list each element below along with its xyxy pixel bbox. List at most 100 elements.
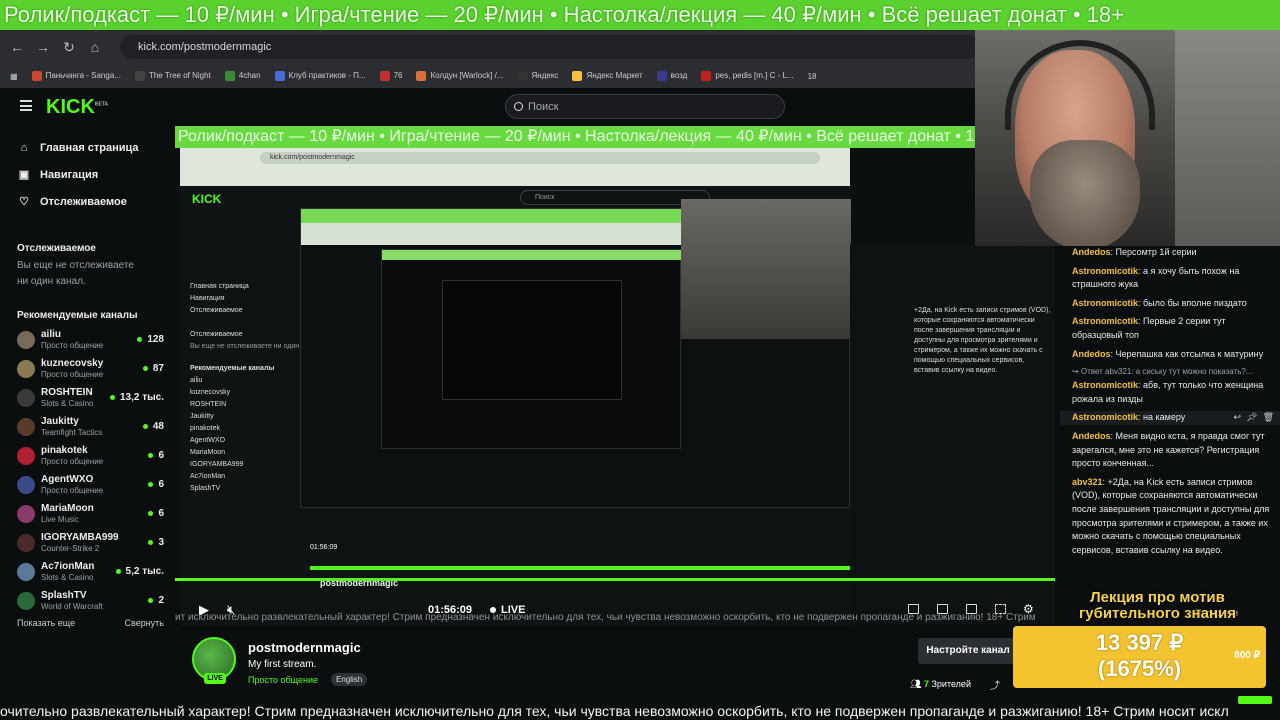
chat-username[interactable]: Astronomicotik	[1072, 412, 1138, 422]
site-header: KICKBETA Поиск	[0, 88, 980, 126]
sidebar-footer: Показать еще Свернуть	[0, 618, 175, 628]
avatar	[17, 475, 35, 494]
chat-message-hovered: Astronomicotik: на камеру ↩ 📌︎ 🗑︎	[1060, 411, 1280, 425]
chat-username[interactable]: Astronomicotik	[1072, 316, 1138, 326]
channel-name: SplashTV	[41, 589, 87, 601]
sidebar-item-label: Навигация	[40, 168, 99, 181]
address-bar[interactable]: kick.com/postmodernmagic	[120, 35, 980, 59]
bookmark[interactable]: возд	[656, 71, 687, 81]
channel-category: Просто общение	[41, 485, 104, 495]
setup-channel-button[interactable]: Настройте канал	[918, 638, 1018, 664]
stream-inner-ticker: Ролик/подкаст — 10 ₽/мин • Игра/чтение —…	[175, 126, 1055, 148]
show-more-link[interactable]: Показать еще	[17, 618, 75, 628]
heart-icon: ♡	[19, 196, 29, 208]
collapse-link[interactable]: Свернуть	[125, 618, 164, 628]
channel-name[interactable]: postmodernmagic	[248, 640, 361, 655]
nested-ticker-bar	[382, 250, 682, 260]
home-icon[interactable]: ⌂	[88, 39, 102, 55]
menu-icon[interactable]	[20, 100, 32, 111]
bookmark-favicon-icon	[656, 71, 667, 81]
delete-icon[interactable]: 🗑︎	[1263, 412, 1274, 422]
stream-disclaimer-marquee: ит исключительно развлекательный характе…	[175, 612, 1035, 623]
sidebar-channel-item[interactable]: kuznecovsky Просто общение 87	[0, 354, 175, 383]
chat-username[interactable]: Astronomicotik	[1072, 266, 1138, 276]
chat-message: abv321: +2Да, на Kick есть записи стримо…	[1072, 476, 1270, 555]
sidebar-item-following[interactable]: ♡ Отслеживаемое	[0, 188, 175, 215]
channel-meta: ailiu Просто общение	[41, 329, 137, 351]
forward-icon[interactable]: →	[36, 39, 50, 55]
bookmark[interactable]: pes, pedis [m.] C - L...	[701, 71, 794, 81]
green-indicator	[1238, 696, 1272, 704]
avatar	[17, 330, 35, 349]
chat-username[interactable]: Andedos	[1072, 431, 1111, 441]
reload-icon[interactable]: ↻	[62, 39, 76, 56]
viewer-count: 5,2 тыс.	[116, 566, 164, 577]
stream-inner-browser: kick.com/postmodernmagic	[180, 148, 850, 186]
disclaimer-ticker: очительно развлекательный характер! Стри…	[0, 703, 1280, 720]
reply-icon[interactable]: ↩	[1234, 412, 1242, 422]
sidebar-channel-item[interactable]: Jaukitty Teamfight Tactics 48	[0, 412, 175, 441]
chat-username[interactable]: Andedos	[1072, 247, 1111, 257]
bookmark[interactable]: Колдун [Warlock] /...	[416, 71, 504, 81]
chat-username[interactable]: Astronomicotik	[1072, 298, 1138, 308]
chat-message: Andedos: Меня видно кста, я правда смог …	[1072, 430, 1265, 469]
kick-logo[interactable]: KICKBETA	[46, 96, 108, 119]
channel-meta: SplashTV World of Warcraft	[41, 590, 148, 612]
sidebar-channel-item[interactable]: IGORYAMBA999 Counter-Strike 23	[0, 528, 175, 557]
sidebar-item-browse[interactable]: ▣ Навигация	[0, 161, 175, 188]
video-player[interactable]: Ролик/подкаст — 10 ₽/мин • Игра/чтение —…	[175, 126, 1055, 626]
bookmark-favicon-icon	[224, 71, 235, 81]
bookmark-favicon-icon	[134, 71, 145, 81]
nested-webcam	[681, 199, 851, 339]
sidebar-channel-item[interactable]: MariaMoon Live Music 6	[0, 499, 175, 528]
pin-icon[interactable]: 📌︎	[1246, 412, 1257, 422]
chat-panel: Andedos: Персомтр 1й серии Astronomicoti…	[1060, 246, 1280, 610]
avatar	[17, 504, 35, 523]
stream-category[interactable]: Просто общение	[248, 675, 318, 685]
channel-name: Jaukitty	[41, 415, 79, 427]
share-icon[interactable]: ⤴	[990, 677, 1000, 692]
back-icon[interactable]: ←	[10, 39, 24, 55]
channel-name: MariaMoon	[41, 502, 94, 514]
sidebar-item-home[interactable]: ⌂ Главная страница	[0, 134, 175, 161]
bookmark[interactable]: Клуб практиков - П...	[274, 71, 366, 81]
sidebar-channel-item[interactable]: ailiu Просто общение 128	[0, 325, 175, 354]
chat-username[interactable]: Astronomicotik	[1072, 380, 1138, 390]
chat-text: +2Да, на Kick есть записи стримов (VOD),…	[1072, 476, 1270, 555]
channel-name: Ac7ionMan	[41, 560, 95, 572]
chat-reply-reference[interactable]: ↪ Ответ abv321: а сиську тут можно показ…	[1072, 366, 1280, 378]
channel-meta: Ac7ionMan Slots & Casino	[41, 561, 116, 583]
avatar	[17, 359, 35, 378]
bookmarks-grid-icon[interactable]: ▦	[10, 72, 18, 81]
chat-username[interactable]: Andedos	[1072, 349, 1111, 359]
avatar	[17, 446, 35, 465]
channel-name: ROSHTEIN	[41, 386, 93, 398]
bookmark[interactable]: 4chan	[224, 71, 261, 81]
stream-inner-time: 01:56:09	[310, 544, 338, 551]
sidebar-channel-item[interactable]: SplashTV World of Warcraft 2	[0, 586, 175, 615]
channel-category: Teamfight Tactics	[41, 427, 103, 437]
bookmark[interactable]: Паньчанга - Sanga...	[31, 71, 121, 81]
language-tag[interactable]: English	[331, 673, 368, 686]
bookmark[interactable]: The Tree of Night	[134, 71, 211, 81]
sidebar-channel-item[interactable]: pinakotek Просто общение 6	[0, 441, 175, 470]
viewer-count: 3	[148, 537, 164, 548]
sidebar-channel-item[interactable]: ROSHTEIN Slots & Casino 13,2 тыс.	[0, 383, 175, 412]
sidebar-channel-item[interactable]: Ac7ionMan Slots & Casino 5,2 тыс.	[0, 557, 175, 586]
bookmark[interactable]: Яндекс Маркет	[572, 71, 643, 81]
bookmark[interactable]: Яндекс	[517, 71, 558, 81]
following-section-title: Отслеживаемое	[17, 243, 96, 254]
sidebar-channel-item[interactable]: AgentWXO Просто общение 6	[0, 470, 175, 499]
channel-category: Slots & Casino	[41, 398, 94, 408]
live-badge: LIVE	[204, 673, 226, 684]
avatar	[17, 417, 35, 436]
bookmark[interactable]: 18	[808, 72, 817, 81]
stream-inner-sidebar: Главная страница Навигация Отслеживаемое…	[190, 283, 300, 492]
bookmark-favicon-icon	[517, 71, 528, 81]
bookmark-favicon-icon	[31, 71, 42, 81]
chat-text: Персомтр 1й серии	[1115, 247, 1197, 257]
channel-name: pinakotek	[41, 444, 88, 456]
bookmark[interactable]: 76	[379, 71, 402, 81]
chat-username[interactable]: abv321	[1072, 477, 1103, 487]
search-input[interactable]: Поиск	[505, 94, 785, 119]
